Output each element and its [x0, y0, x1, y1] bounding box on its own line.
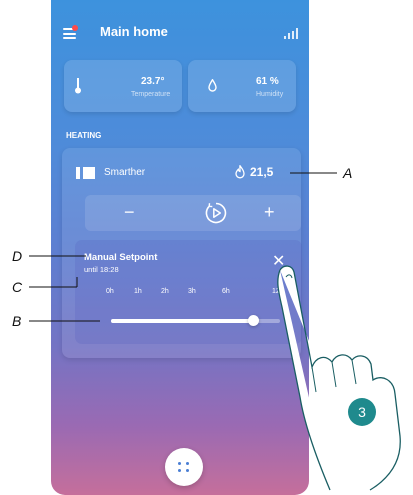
- callout-d: D: [12, 248, 23, 264]
- step-badge: 3: [348, 398, 376, 426]
- callout-c: C: [12, 279, 23, 295]
- callout-b: B: [12, 313, 22, 329]
- callout-a: A: [343, 165, 353, 181]
